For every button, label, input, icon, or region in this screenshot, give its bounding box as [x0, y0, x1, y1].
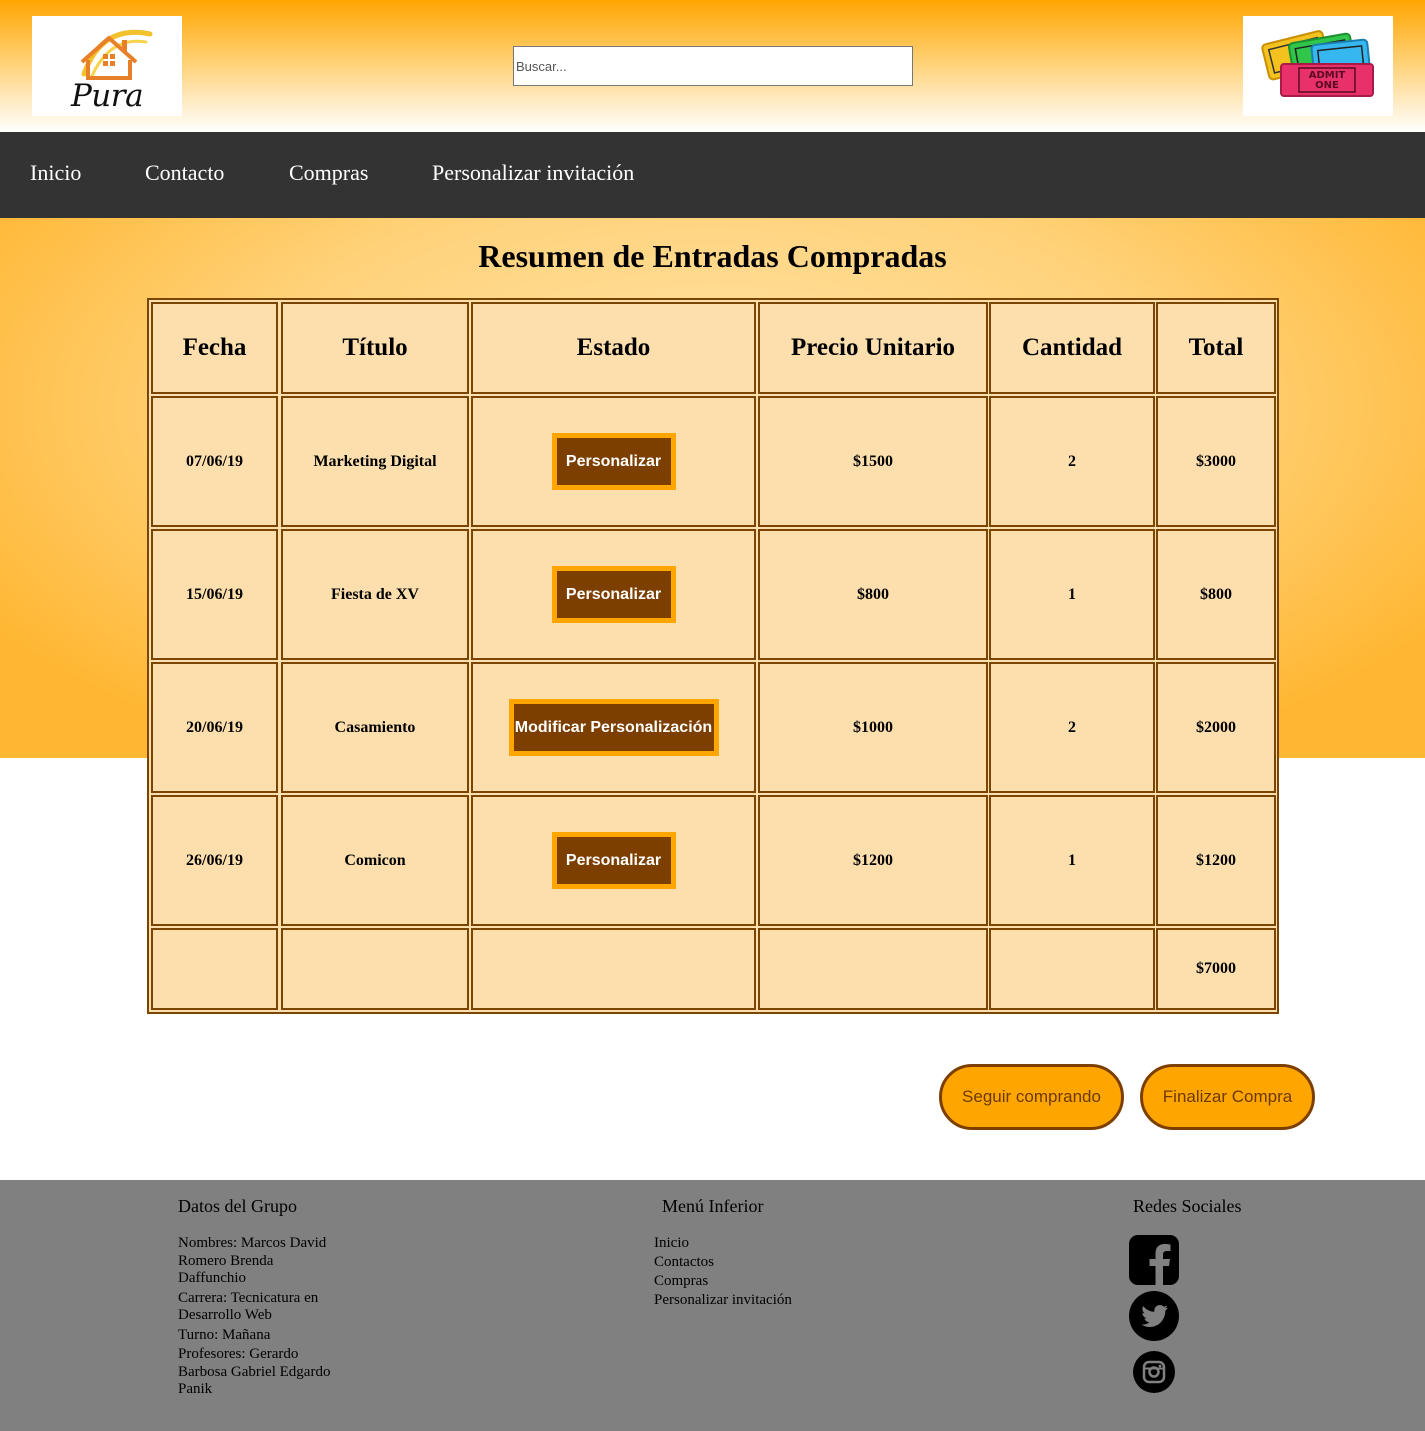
table-cell-titulo: Comicon — [281, 795, 469, 926]
table-cell-empty — [758, 928, 988, 1010]
table-cell-fecha: 26/06/19 — [151, 795, 278, 926]
table-cell-total: $2000 — [1156, 662, 1276, 793]
grand-total-cell: $7000 — [1156, 928, 1276, 1010]
tickets-icon: ADMIT ONE — [1261, 30, 1374, 97]
group-teachers-line: Barbosa Gabriel Edgardo — [178, 1363, 331, 1380]
footer-link-compras[interactable]: Compras — [654, 1272, 792, 1291]
group-names-line: Nombres: Marcos David — [178, 1235, 327, 1251]
footer-group-info: Nombres: Marcos David Romero Brenda Daff… — [178, 1235, 378, 1399]
personalize-button[interactable]: Personalizar — [551, 566, 676, 623]
table-header-estado: Estado — [471, 302, 756, 394]
footer-menu-title: Menú Inferior — [662, 1196, 764, 1216]
group-career-line: Carrera: Tecnicatura en — [178, 1289, 319, 1306]
group-career-line: Desarrollo Web — [178, 1307, 272, 1323]
main-nav: Inicio Contacto Compras Personalizar inv… — [0, 132, 1425, 218]
twitter-icon[interactable] — [1129, 1291, 1179, 1341]
facebook-icon[interactable] — [1129, 1235, 1179, 1285]
table-cell-titulo: Fiesta de XV — [281, 529, 469, 660]
group-names-line: Romero Brenda — [178, 1252, 274, 1269]
table-cell-estado: Personalizar — [471, 529, 756, 660]
table-header-titulo: Título — [281, 302, 469, 394]
table-cell-estado: Modificar Personalización — [471, 662, 756, 793]
site-header: Pura Brisa ADMIT ONE — [0, 0, 1425, 132]
table-cell-total: $1200 — [1156, 795, 1276, 926]
table-header-cantidad: Cantidad — [989, 302, 1155, 394]
group-teachers-line: Panik — [178, 1381, 213, 1397]
instagram-icon[interactable] — [1133, 1351, 1175, 1393]
table-cell-estado: Personalizar — [471, 795, 756, 926]
footer-link-personalizar-invitacion[interactable]: Personalizar invitación — [654, 1291, 792, 1310]
nav-item-compras[interactable]: Compras — [289, 160, 368, 186]
group-shift: Turno: Mañana — [178, 1326, 271, 1343]
footer-menu: Inicio Contactos Compras Personalizar in… — [654, 1234, 792, 1310]
pura-brisa-logo[interactable]: Pura Brisa — [32, 16, 182, 116]
footer-link-inicio[interactable]: Inicio — [654, 1234, 792, 1253]
personalize-button[interactable]: Personalizar — [551, 832, 676, 889]
table-cell-cantidad: 1 — [989, 529, 1155, 660]
footer-link-contactos[interactable]: Contactos — [654, 1253, 792, 1272]
table-cell-empty — [471, 928, 756, 1010]
modify-personalization-button[interactable]: Modificar Personalización — [508, 699, 719, 756]
logo-text: Pura Brisa — [67, 78, 147, 116]
purchases-table: Fecha Título Estado Precio Unitario Cant… — [147, 298, 1279, 1014]
table-cell-cantidad: 2 — [989, 662, 1155, 793]
table-cell-empty — [989, 928, 1155, 1010]
table-cell-empty — [151, 928, 278, 1010]
group-teachers-line: Profesores: Gerardo — [178, 1346, 299, 1362]
table-header-total: Total — [1156, 302, 1276, 394]
table-cell-precio: $1200 — [758, 795, 988, 926]
table-cell-estado: Personalizar — [471, 396, 756, 527]
table-header-fecha: Fecha — [151, 302, 278, 394]
tickets-image: ADMIT ONE — [1243, 16, 1393, 116]
table-cell-fecha: 07/06/19 — [151, 396, 278, 527]
table-cell-total: $3000 — [1156, 396, 1276, 527]
table-cell-precio: $1000 — [758, 662, 988, 793]
search-input[interactable] — [513, 46, 913, 86]
table-cell-precio: $1500 — [758, 396, 988, 527]
table-cell-cantidad: 2 — [989, 396, 1155, 527]
footer-social-title: Redes Sociales — [1133, 1196, 1242, 1216]
table-cell-total: $800 — [1156, 529, 1276, 660]
table-cell-titulo: Marketing Digital — [281, 396, 469, 527]
group-names-line: Daffunchio — [178, 1270, 247, 1286]
page-title: Resumen de Entradas Compradas — [478, 238, 947, 274]
finish-purchase-button[interactable]: Finalizar Compra — [1140, 1064, 1315, 1130]
continue-shopping-button[interactable]: Seguir comprando — [939, 1064, 1124, 1130]
table-cell-fecha: 20/06/19 — [151, 662, 278, 793]
personalize-button[interactable]: Personalizar — [551, 433, 676, 490]
nav-item-inicio[interactable]: Inicio — [30, 160, 81, 186]
table-cell-precio: $800 — [758, 529, 988, 660]
site-footer: Datos del Grupo Nombres: Marcos David Ro… — [0, 1180, 1425, 1431]
table-cell-cantidad: 1 — [989, 795, 1155, 926]
svg-text:ONE: ONE — [1315, 80, 1339, 91]
footer-group-title: Datos del Grupo — [178, 1196, 297, 1216]
nav-item-personalizar-invitacion[interactable]: Personalizar invitación — [432, 160, 634, 186]
table-cell-titulo: Casamiento — [281, 662, 469, 793]
nav-item-contacto[interactable]: Contacto — [145, 160, 224, 186]
table-header-precio-unitario: Precio Unitario — [758, 302, 988, 394]
table-cell-empty — [281, 928, 469, 1010]
table-cell-fecha: 15/06/19 — [151, 529, 278, 660]
